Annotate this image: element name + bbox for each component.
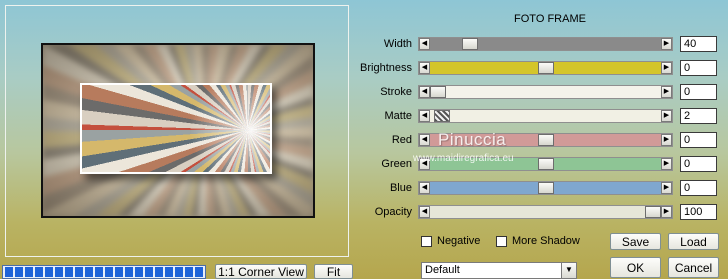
more-shadow-checkbox-box[interactable] (496, 235, 507, 247)
preset-select[interactable]: Default ▼ (421, 262, 577, 279)
preset-select-value: Default (425, 264, 460, 276)
progress-segment (75, 267, 83, 277)
progress-segment (45, 267, 53, 277)
negative-checkbox[interactable]: Negative (421, 235, 480, 247)
progress-segment (15, 267, 23, 277)
more-shadow-label: More Shadow (512, 235, 580, 247)
watermark-url: www.maidiregrafica.eu (413, 153, 514, 164)
more-shadow-checkbox[interactable]: More Shadow (496, 235, 580, 247)
red-slider-thumb[interactable] (538, 134, 554, 146)
corner-view-button[interactable]: 1:1 Corner View (215, 264, 307, 279)
arrow-right-icon[interactable]: ▶ (661, 158, 672, 170)
negative-label: Negative (437, 235, 481, 247)
progress-segment (185, 267, 193, 277)
stroke-slider[interactable]: ◀ ▶ (418, 85, 673, 99)
cancel-button[interactable]: Cancel (668, 257, 719, 278)
progress-bar (2, 265, 206, 279)
progress-segment (85, 267, 93, 277)
width-slider[interactable]: ◀ ▶ (418, 37, 673, 51)
blue-value-field[interactable]: 0 (680, 180, 717, 196)
stroke-value-field[interactable]: 0 (680, 84, 717, 100)
arrow-left-icon[interactable]: ◀ (419, 134, 430, 146)
opacity-slider-thumb[interactable] (645, 206, 661, 218)
progress-segment (195, 267, 203, 277)
arrow-left-icon[interactable]: ◀ (419, 38, 430, 50)
arrow-right-icon[interactable]: ▶ (661, 206, 672, 218)
progress-segment (35, 267, 43, 277)
width-slider-thumb[interactable] (462, 38, 478, 50)
progress-segment (65, 267, 73, 277)
progress-segment (95, 267, 103, 277)
stroke-slider-thumb[interactable] (430, 86, 446, 98)
progress-segment (115, 267, 123, 277)
progress-segment (135, 267, 143, 277)
opacity-slider[interactable]: ◀ ▶ (418, 205, 673, 219)
arrow-right-icon[interactable]: ▶ (661, 110, 672, 122)
fit-button[interactable]: Fit (314, 264, 353, 279)
green-slider-thumb[interactable] (538, 158, 554, 170)
progress-segment (125, 267, 133, 277)
progress-segment (165, 267, 173, 277)
preview-inner-photo (80, 83, 272, 174)
negative-checkbox-box[interactable] (421, 235, 432, 247)
red-label: Red (391, 134, 412, 146)
arrow-right-icon[interactable]: ▶ (661, 134, 672, 146)
load-button[interactable]: Load (668, 233, 719, 250)
progress-segment (175, 267, 183, 277)
blue-slider-thumb[interactable] (538, 182, 554, 194)
save-button[interactable]: Save (610, 233, 661, 250)
blue-slider[interactable]: ◀ ▶ (418, 181, 673, 195)
arrow-left-icon[interactable]: ◀ (419, 110, 430, 122)
matte-slider-thumb[interactable] (434, 110, 450, 122)
arrow-left-icon[interactable]: ◀ (419, 86, 430, 98)
brightness-slider[interactable]: ◀ ▶ (418, 61, 673, 75)
red-value-field[interactable]: 0 (680, 132, 717, 148)
green-value-field[interactable]: 0 (680, 156, 717, 172)
progress-segment (145, 267, 153, 277)
arrow-left-icon[interactable]: ◀ (419, 62, 430, 74)
brightness-value-field[interactable]: 0 (680, 60, 717, 76)
stroke-label: Stroke (380, 86, 412, 98)
brightness-label: Brightness (360, 62, 412, 74)
matte-value-field[interactable]: 2 (680, 108, 717, 124)
arrow-left-icon[interactable]: ◀ (419, 182, 430, 194)
arrow-right-icon[interactable]: ▶ (661, 182, 672, 194)
progress-segment (25, 267, 33, 277)
dialog-title: FOTO FRAME (514, 13, 586, 25)
arrow-right-icon[interactable]: ▶ (661, 86, 672, 98)
blue-label: Blue (389, 182, 412, 194)
progress-segment (55, 267, 63, 277)
progress-segment (5, 267, 13, 277)
width-label: Width (383, 38, 412, 50)
green-label: Green (381, 158, 412, 170)
brightness-slider-thumb[interactable] (538, 62, 554, 74)
ok-button[interactable]: OK (610, 257, 661, 278)
watermark-name: Pinuccia (438, 130, 507, 149)
arrow-left-icon[interactable]: ◀ (419, 206, 430, 218)
opacity-label: Opacity (374, 206, 412, 218)
matte-slider[interactable]: ◀ ▶ (418, 109, 673, 123)
matte-label: Matte (384, 110, 412, 122)
width-value-field[interactable]: 40 (680, 36, 717, 52)
opacity-value-field[interactable]: 100 (680, 204, 717, 220)
arrow-right-icon[interactable]: ▶ (661, 62, 672, 74)
arrow-right-icon[interactable]: ▶ (661, 38, 672, 50)
progress-segment (155, 267, 163, 277)
progress-segment (105, 267, 113, 277)
chevron-down-icon[interactable]: ▼ (561, 263, 576, 278)
